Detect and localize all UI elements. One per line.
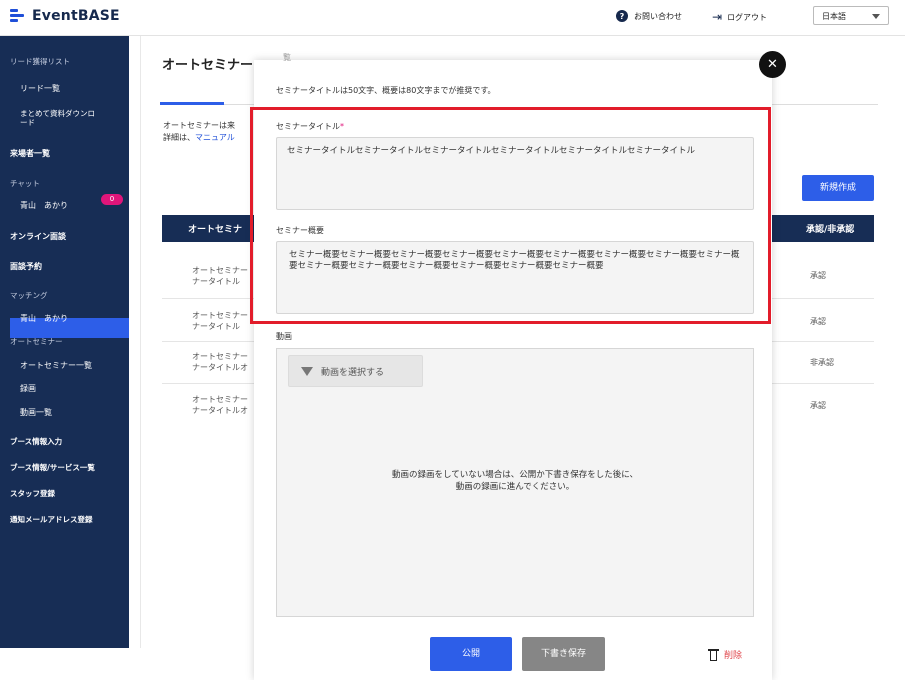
description-prefix: 詳細は、	[163, 133, 195, 142]
row-status: 非承認	[810, 358, 834, 367]
logout-link[interactable]: ⇥ ログアウト	[712, 10, 767, 24]
help-link[interactable]: ? お問い合わせ	[616, 10, 682, 22]
sidebar-category-matching: マッチング	[10, 291, 48, 300]
close-icon[interactable]: ✕	[759, 51, 786, 78]
language-value: 日本語	[822, 12, 846, 21]
modal-tab-fragment: 覧	[283, 53, 291, 62]
top-header: EventBASE ? お問い合わせ ⇥ ログアウト 日本語	[0, 0, 905, 36]
sidebar-item-recording[interactable]: 録画	[20, 383, 36, 394]
table-header-title: オートセミナ	[188, 225, 243, 235]
row-status: 承認	[810, 401, 826, 410]
logo-text: EventBASE	[32, 8, 120, 24]
delete-button[interactable]: 削除	[708, 648, 742, 661]
new-create-button[interactable]: 新規作成	[802, 175, 874, 201]
sidebar-item-online-meeting[interactable]: オンライン面談	[10, 231, 66, 242]
table-row[interactable]: オートセミナー ナータイトル	[192, 310, 248, 332]
manual-link[interactable]: マニュアル	[195, 133, 235, 142]
highlight-box	[250, 107, 771, 324]
sidebar-item-bulk-download-cont[interactable]: ード	[20, 117, 35, 128]
tab-active-indicator	[160, 102, 224, 105]
video-select-label: 動画を選択する	[321, 367, 385, 378]
row-status: 承認	[810, 317, 826, 326]
sidebar-category-lead: リード獲得リスト	[10, 57, 70, 66]
table-row[interactable]: オートセミナー ナータイトルオ	[192, 351, 248, 373]
modal-note: セミナータイトルは50文字、概要は80文字までが推奨です。	[276, 86, 496, 95]
sidebar-item-lead-list[interactable]: リード一覧	[20, 83, 60, 94]
table-header-approval: 承認/非承認	[806, 225, 855, 235]
sidebar-item-notify-mail[interactable]: 通知メールアドレス登録	[10, 514, 93, 525]
video-message: 動画の録画をしていない場合は、公開か下書き保存をした後に、 動画の録画に進んでく…	[392, 470, 638, 492]
sidebar-item-matching-user[interactable]: 青山 あかり	[20, 313, 68, 324]
page-description: オートセミナーは来 詳細は、マニュアル	[163, 120, 235, 144]
sidebar-item-booth-input[interactable]: ブース情報入力	[10, 436, 62, 447]
draft-save-button[interactable]: 下書き保存	[522, 637, 605, 671]
video-label: 動画	[276, 332, 292, 341]
logo[interactable]: EventBASE	[10, 8, 120, 24]
sidebar-item-auto-seminar-list[interactable]: オートセミナー一覧	[20, 360, 92, 371]
page-title: オートセミナー	[162, 58, 254, 73]
sidebar-item-staff-register[interactable]: スタッフ登録	[10, 488, 55, 499]
row-status: 承認	[810, 271, 826, 280]
triangle-down-icon	[301, 366, 313, 376]
table-row[interactable]: オートセミナー ナータイトルオ	[192, 394, 248, 416]
sidebar-item-visitor-list[interactable]: 来場者一覧	[10, 148, 50, 159]
chevron-down-icon	[872, 14, 880, 19]
table-row[interactable]: オートセミナー ナータイトル	[192, 265, 248, 287]
sidebar-item-booth-list[interactable]: ブース情報/サービス一覧	[10, 462, 95, 473]
description-line-1: オートセミナーは来	[163, 121, 235, 130]
sidebar-item-video-list[interactable]: 動画一覧	[20, 407, 52, 418]
trash-icon	[708, 648, 719, 661]
question-icon: ?	[616, 10, 628, 22]
online-meeting-badge: 0	[101, 194, 123, 205]
delete-label: 削除	[724, 651, 743, 661]
publish-button[interactable]: 公開	[430, 637, 512, 671]
help-label: お問い合わせ	[634, 11, 682, 21]
sidebar-category-auto-seminar: オートセミナー	[10, 337, 63, 346]
sidebar-item-chat-user[interactable]: 青山 あかり	[20, 200, 68, 211]
eventbase-logo-icon	[10, 8, 26, 24]
sidebar-item-meeting-reservation[interactable]: 面談予約	[10, 261, 42, 272]
sidebar-category-chat: チャット	[10, 179, 40, 188]
logout-icon: ⇥	[712, 10, 723, 24]
logout-label: ログアウト	[727, 12, 768, 22]
language-select[interactable]: 日本語	[813, 6, 889, 25]
video-select-button[interactable]: 動画を選択する	[288, 355, 423, 387]
description-line-2: 詳細は、マニュアル	[163, 132, 235, 144]
